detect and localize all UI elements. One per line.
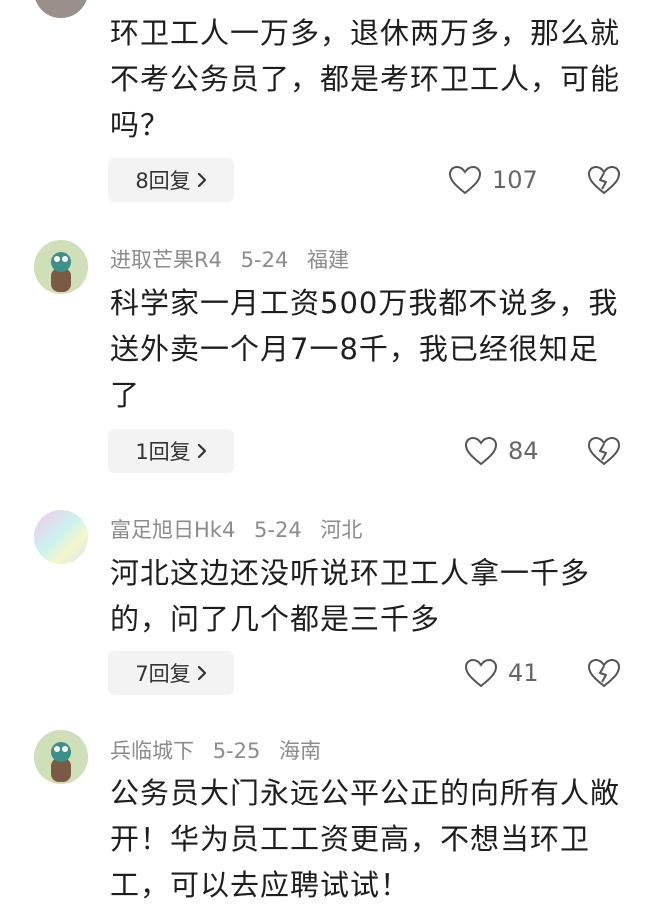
broken-heart-icon [587, 165, 621, 195]
heart-outline-icon [448, 165, 482, 195]
comment-text: 公务员大门永远公平公正的向所有人敞开！华为员工工资更高，不想当环卫工，可以去应聘… [110, 776, 621, 902]
comment-meta: 富足旭日Hk4 5-24 河北 [110, 514, 374, 544]
username[interactable]: 富足旭日Hk4 [110, 518, 235, 542]
avatar[interactable] [34, 510, 88, 564]
username[interactable]: 进取芒果R4 [110, 248, 222, 272]
like-button[interactable]: 84 [464, 429, 539, 473]
heart-outline-icon [464, 658, 498, 688]
avatar[interactable] [34, 240, 88, 294]
username[interactable]: 兵临城下 [110, 739, 194, 763]
comment-text: 河北这边还没听说环卫工人拿一千多的，问了几个都是三千多 [110, 556, 591, 636]
broken-heart-icon [587, 436, 621, 466]
comment-text: 科学家一月工资500万我都不说多，我送外卖一个月7一8千，我已经很知足了 [110, 286, 619, 412]
comment-date: 5-24 [254, 518, 302, 542]
like-count: 41 [508, 659, 539, 687]
like-button[interactable]: 107 [448, 158, 538, 202]
reply-label: 7回复 [135, 662, 191, 686]
like-count: 84 [508, 437, 539, 465]
comment-date: 5-24 [240, 248, 289, 272]
chevron-right-icon [197, 172, 207, 188]
reply-button[interactable]: 8回复 [108, 158, 234, 202]
like-button[interactable]: 41 [464, 651, 539, 695]
heart-outline-icon [464, 436, 498, 466]
broken-heart-icon [587, 658, 621, 688]
dislike-button[interactable] [584, 429, 624, 473]
comment-location: 海南 [279, 739, 322, 763]
avatar[interactable] [34, 0, 88, 18]
comment-date: 5-25 [212, 739, 261, 763]
reply-button[interactable]: 1回复 [108, 429, 234, 473]
reply-label: 8回复 [135, 169, 191, 193]
dislike-button[interactable] [584, 158, 624, 202]
avatar[interactable] [34, 730, 88, 784]
dislike-button[interactable] [584, 651, 624, 695]
comment-location: 河北 [320, 518, 363, 542]
comment-meta: 进取芒果R4 5-24 福建 [110, 244, 361, 274]
comment-location: 福建 [307, 248, 349, 272]
chevron-right-icon [197, 665, 207, 681]
chevron-right-icon [197, 443, 207, 459]
like-count: 107 [492, 166, 538, 194]
reply-button[interactable]: 7回复 [108, 651, 234, 695]
comment-text: 环卫工人一万多，退休两万多，那么就不考公务员了，都是考环卫工人，可能吗？ [110, 16, 621, 142]
reply-label: 1回复 [135, 440, 191, 464]
comment-meta: 兵临城下 5-25 海南 [110, 735, 333, 765]
